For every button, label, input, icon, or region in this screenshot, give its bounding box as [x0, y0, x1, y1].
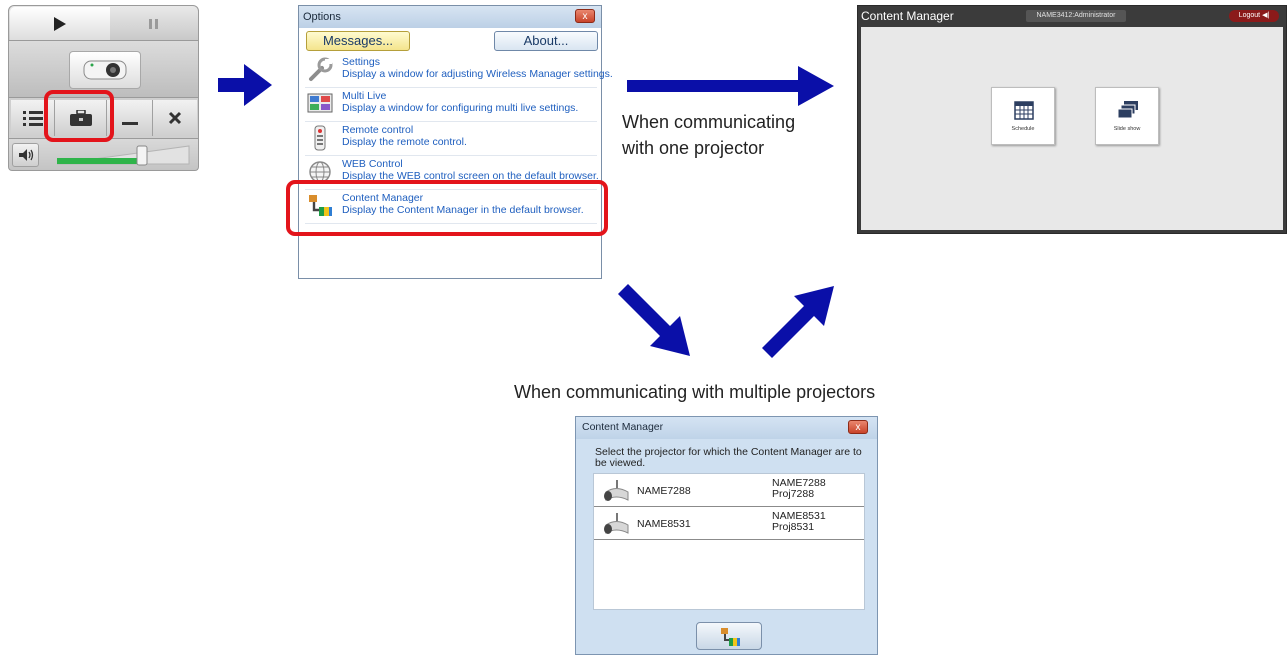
option-desc: Display the Content Manager in the defau… [342, 204, 584, 216]
option-content-manager[interactable]: Content Manager Display the Content Mana… [305, 190, 597, 224]
window-title: Options [303, 11, 341, 23]
messages-button[interactable]: Messages... [306, 31, 410, 51]
content-manager-icon [721, 628, 740, 646]
wireless-manager-control-panel [8, 5, 199, 171]
calendar-icon [1014, 101, 1034, 120]
wrench-icon [309, 57, 333, 81]
projector-row[interactable]: NAME7288 NAME7288 Proj7288 [594, 474, 864, 507]
projector-name: NAME7288 [637, 485, 691, 497]
play-button[interactable] [10, 7, 110, 40]
projector-name: NAME8531 [637, 518, 691, 530]
tile-label: Slide show [1113, 126, 1141, 132]
option-desc: Display the WEB control screen on the de… [342, 170, 599, 182]
control-button-row [8, 97, 199, 139]
caption-multiple-projectors: When communicating with multiple project… [514, 382, 876, 402]
minimize-button[interactable] [107, 100, 153, 136]
toolbox-icon [69, 110, 92, 126]
projector-icon [83, 60, 127, 80]
logout-button[interactable]: Logout ◀| [1229, 10, 1279, 22]
playback-bar [8, 5, 199, 41]
web-header: Content Manager NAME3412:Administrator L… [858, 6, 1286, 26]
option-web-control[interactable]: WEB Control Display the WEB control scre… [305, 156, 599, 190]
remote-control-icon [314, 125, 326, 151]
close-icon: x [582, 11, 588, 22]
option-title: Multi Live [342, 90, 387, 102]
tile-label: Schedule [1011, 126, 1035, 132]
caption-one-projector: When communicating with one projector [622, 109, 795, 161]
list-button[interactable] [11, 100, 55, 136]
volume-slider[interactable] [53, 144, 193, 166]
option-title: Content Manager [342, 192, 424, 204]
option-title: Settings [342, 56, 380, 68]
projector-list: NAME7288 NAME7288 Proj7288 NAME8531 NAME… [593, 473, 865, 610]
open-content-manager-button[interactable] [696, 622, 762, 650]
option-remote-control[interactable]: Remote control Display the remote contro… [305, 122, 597, 156]
options-button[interactable] [55, 100, 107, 136]
option-desc: Display the remote control. [342, 136, 467, 148]
options-close-button[interactable]: x [575, 9, 595, 23]
projector-area [8, 41, 199, 97]
option-multi-live[interactable]: Multi Live Display a window for configur… [305, 88, 597, 122]
close-icon [168, 111, 182, 125]
logout-label: Logout [1238, 12, 1261, 19]
option-title: WEB Control [342, 158, 403, 170]
about-button[interactable]: About... [494, 31, 598, 51]
projector-icon [604, 480, 629, 501]
web-body: Schedule Slide show [861, 27, 1283, 230]
dialog-titlebar: Content Manager x [576, 417, 877, 439]
options-window: Options x Messages... About... Settings … [298, 5, 613, 279]
play-icon [54, 16, 66, 31]
options-titlebar: Options x [299, 6, 601, 28]
schedule-tile[interactable]: Schedule [991, 87, 1055, 145]
pause-icon [149, 18, 158, 29]
pause-button[interactable] [110, 7, 198, 40]
content-manager-dialog: Content Manager x Select the projector f… [575, 416, 878, 655]
dialog-close-button[interactable]: x [848, 420, 868, 434]
slideshow-tile[interactable]: Slide show [1095, 87, 1159, 145]
option-settings[interactable]: Settings Display a window for adjusting … [305, 54, 613, 88]
close-icon: x [855, 422, 861, 433]
user-badge: NAME3412:Administrator [1026, 10, 1126, 22]
web-title: Content Manager [861, 9, 954, 23]
projector-info-line2: Proj7288 [772, 488, 815, 500]
content-manager-icon [309, 195, 332, 216]
projector-icon [604, 513, 629, 534]
caption-line: When communicating [622, 112, 796, 132]
arrow-right-icon [627, 66, 834, 106]
dialog-title: Content Manager [582, 421, 664, 433]
dialog-message: Select the projector for which the Conte… [595, 446, 862, 469]
close-button[interactable] [153, 100, 197, 136]
volume-bar [8, 139, 199, 171]
option-desc: Display a window for adjusting Wireless … [342, 68, 613, 80]
mute-button[interactable] [12, 143, 39, 167]
arrow-up-right-icon [762, 286, 834, 358]
option-desc: Display a window for configuring multi l… [342, 102, 579, 114]
volume-slider-thumb[interactable] [136, 145, 148, 166]
content-manager-web-page: Content Manager NAME3412:Administrator L… [857, 5, 1287, 234]
logout-icon: ◀| [1262, 12, 1270, 19]
arrow-right-icon [218, 64, 272, 106]
option-title: Remote control [342, 124, 414, 136]
caption-line: with one projector [622, 138, 765, 158]
projector-row[interactable]: NAME8531 NAME8531 Proj8531 [594, 507, 864, 540]
multi-live-icon [307, 93, 333, 113]
minimize-icon [121, 122, 138, 125]
speaker-icon [18, 149, 33, 161]
list-icon [22, 111, 43, 126]
globe-icon [309, 161, 331, 183]
arrow-down-right-icon [618, 284, 690, 356]
projector-info-line2: Proj8531 [772, 521, 815, 533]
projector-button[interactable] [69, 51, 141, 89]
slideshow-icon [1118, 101, 1138, 119]
